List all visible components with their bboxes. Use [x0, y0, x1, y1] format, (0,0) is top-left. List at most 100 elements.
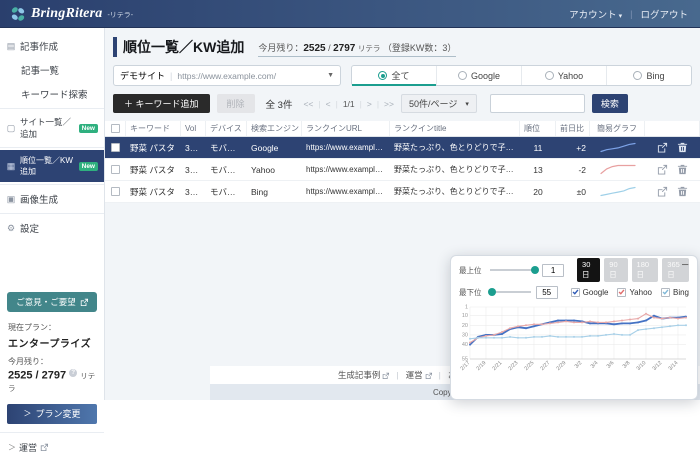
plan-info: 現在プラン： エンタープライズ 今月残り： 2525 / 2797 ? リテラ	[0, 320, 104, 396]
footer-link[interactable]: 生成記事例	[338, 369, 390, 381]
article-create-icon: ▤	[6, 41, 16, 52]
title-cell: 野菜たっぷり、色とりどりで子…	[390, 142, 520, 153]
plan-change-button[interactable]: ＞ プラン変更	[7, 404, 97, 424]
last-page-button[interactable]: >>	[384, 99, 394, 109]
sidebar-item-article-create[interactable]: ▤ 記事作成	[0, 34, 104, 58]
bottom-rank-slider[interactable]	[490, 291, 531, 293]
volume-cell: 3600	[181, 165, 206, 175]
period-90d-button[interactable]: 90日	[604, 258, 627, 282]
search-input[interactable]	[490, 94, 585, 113]
volume-cell: 3600	[181, 187, 206, 197]
checkbox-icon	[617, 288, 626, 297]
engine-filter-group: 全て Google Yahoo Bing	[351, 65, 692, 86]
svg-text:30: 30	[462, 332, 468, 338]
sidebar-divider	[0, 213, 104, 214]
svg-text:3/10: 3/10	[636, 360, 648, 372]
engine-checkboxes: Google Yahoo Bing	[571, 288, 689, 297]
title-cell: 野菜たっぷり、色とりどりで子…	[390, 186, 520, 197]
chevron-right-icon: ＞	[8, 442, 16, 453]
table-row[interactable]: 野菜 パスタ 3600 モバイル Yahoo https://www.examp…	[105, 159, 700, 181]
app-subtitle: -リテラ-	[107, 10, 133, 20]
search-button[interactable]: 検索	[592, 94, 628, 113]
slider-handle[interactable]	[531, 266, 539, 274]
row-checkbox[interactable]	[111, 187, 120, 196]
sidebar-item-image-generate[interactable]: ▣ 画像生成	[0, 187, 104, 211]
google-checkbox[interactable]: Google	[571, 288, 609, 297]
table-row[interactable]: 野菜 パスタ 3600 モバイル Google https://www.exam…	[105, 137, 700, 159]
spark-chart	[590, 186, 645, 197]
bottom-rank-input[interactable]	[536, 286, 558, 299]
radio-yahoo[interactable]: Yahoo	[522, 66, 607, 85]
sidebar-divider	[0, 147, 104, 148]
trash-icon[interactable]	[677, 164, 688, 175]
svg-text:2/21: 2/21	[492, 360, 504, 372]
open-link-icon[interactable]	[657, 186, 668, 197]
image-generate-icon: ▣	[6, 194, 16, 205]
trash-icon[interactable]	[677, 142, 688, 153]
app-logo: BringRitera -リテラ-	[10, 6, 133, 22]
site-name: デモサイト	[120, 69, 165, 82]
pagination: << | < | 1/1 | > | >>	[303, 99, 394, 109]
period-buttons: 30日 90日 180日 365日	[577, 258, 689, 282]
feedback-button[interactable]: ご意見・ご要望	[7, 292, 97, 312]
row-checkbox[interactable]	[111, 143, 120, 152]
table-row[interactable]: 野菜 パスタ 3600 モバイル Bing https://www.exampl…	[105, 181, 700, 203]
first-page-button[interactable]: <<	[303, 99, 313, 109]
minimize-button[interactable]: −	[681, 257, 689, 272]
url-cell[interactable]: https://www.example.com/blog…	[302, 187, 390, 196]
checkbox-icon	[661, 288, 670, 297]
url-cell[interactable]: https://www.example.com/blog…	[302, 143, 390, 152]
delete-button[interactable]: 削除	[217, 94, 255, 113]
next-page-button[interactable]: >	[367, 99, 372, 109]
credits-summary: 今月残り：2525 / 2797 リテラ （登録KW数：3）	[258, 41, 456, 57]
footer-link[interactable]: 運営	[406, 369, 432, 381]
footer-divider: |	[439, 370, 441, 380]
sidebar-item-article-list[interactable]: 記事一覧	[0, 58, 104, 82]
sidebar-item-rank-list[interactable]: ▦ 順位一覧／KW追加 New	[0, 150, 104, 182]
operator-link[interactable]: ＞ 運営	[0, 432, 104, 462]
svg-text:2/25: 2/25	[524, 360, 536, 372]
yahoo-checkbox[interactable]: Yahoo	[617, 288, 652, 297]
trash-icon[interactable]	[677, 186, 688, 197]
sidebar-item-keyword-explore[interactable]: キーワード探索	[0, 82, 104, 106]
sidebar-divider	[0, 108, 104, 109]
account-menu[interactable]: アカウント▾	[569, 7, 622, 21]
svg-text:3/4: 3/4	[590, 360, 600, 370]
radio-icon	[458, 71, 467, 80]
external-link-icon	[382, 372, 389, 379]
top-rank-input[interactable]	[542, 264, 564, 277]
spark-chart	[590, 164, 645, 175]
logout-button[interactable]: ログアウト	[640, 7, 688, 21]
bing-checkbox[interactable]: Bing	[661, 288, 689, 297]
open-link-icon[interactable]	[657, 142, 668, 153]
sidebar-divider	[0, 184, 104, 185]
slider-handle[interactable]	[488, 288, 496, 296]
radio-bing[interactable]: Bing	[607, 66, 691, 85]
radio-google[interactable]: Google	[437, 66, 522, 85]
radio-all[interactable]: 全て	[352, 66, 437, 85]
select-all-checkbox[interactable]	[111, 124, 120, 133]
prev-page-button[interactable]: <	[326, 99, 331, 109]
url-cell[interactable]: https://www.example.com/blog…	[302, 165, 390, 174]
plan-remaining-credits: 2525 / 2797 ? リテラ	[8, 369, 96, 394]
chevron-down-icon: ▼	[327, 72, 334, 79]
open-link-icon[interactable]	[657, 164, 668, 175]
page-size-select[interactable]: 50件/ページ ▾	[401, 94, 477, 113]
svg-text:10: 10	[462, 313, 468, 319]
top-rank-label: 最上位	[459, 265, 485, 276]
radio-icon	[633, 71, 642, 80]
top-rank-slider[interactable]	[490, 269, 537, 271]
sidebar-item-settings[interactable]: ⚙ 設定	[0, 216, 104, 240]
site-select[interactable]: デモサイト | https://www.example.com/ ▼	[113, 65, 341, 86]
page-indicator: 1/1	[343, 99, 355, 109]
period-180d-button[interactable]: 180日	[632, 258, 659, 282]
device-cell: モバイル	[206, 186, 247, 198]
period-30d-button[interactable]: 30日	[577, 258, 600, 282]
sidebar-item-site-list[interactable]: ▢ サイト一覧／追加 New	[0, 111, 104, 145]
site-list-icon: ▢	[6, 123, 16, 134]
svg-text:1: 1	[465, 304, 468, 310]
info-icon[interactable]: ?	[69, 369, 77, 377]
row-checkbox[interactable]	[111, 165, 120, 174]
svg-text:3/8: 3/8	[622, 360, 632, 370]
add-keyword-button[interactable]: ＋ キーワード追加	[113, 94, 210, 113]
